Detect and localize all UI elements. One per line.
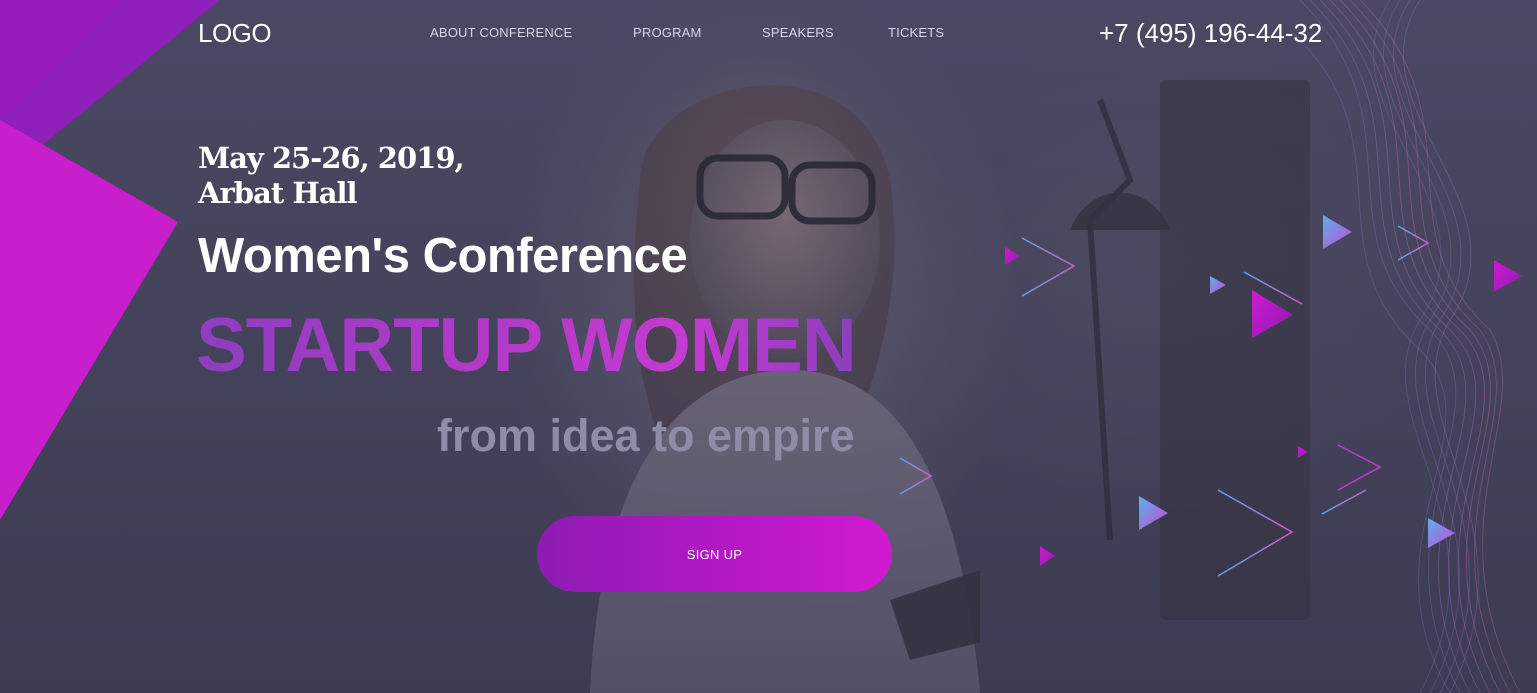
sign-up-button[interactable]: SIGN UP [537, 516, 892, 592]
hero-section: LOGO ABOUT CONFERENCE PROGRAM SPEAKERS T… [0, 0, 1537, 693]
nav-item-program[interactable]: PROGRAM [633, 25, 702, 40]
left-decor-shapes [0, 0, 220, 520]
event-tagline: from idea to empire [437, 410, 855, 461]
logo[interactable]: LOGO [198, 18, 272, 49]
phone-number[interactable]: +7 (495) 196-44-32 [1099, 18, 1322, 49]
event-title: STARTUP WOMEN [196, 303, 857, 388]
event-subtitle: Women's Conference [198, 229, 688, 283]
nav-item-tickets[interactable]: TICKETS [888, 25, 944, 40]
hero-photo-lamp [1070, 80, 1310, 620]
event-date: May 25-26, 2019, [198, 141, 465, 175]
right-wave-lines [1290, 0, 1521, 693]
nav-item-about-conference[interactable]: ABOUT CONFERENCE [430, 25, 572, 40]
nav-item-speakers[interactable]: SPEAKERS [762, 25, 834, 40]
event-venue: Arbat Hall [198, 176, 358, 210]
